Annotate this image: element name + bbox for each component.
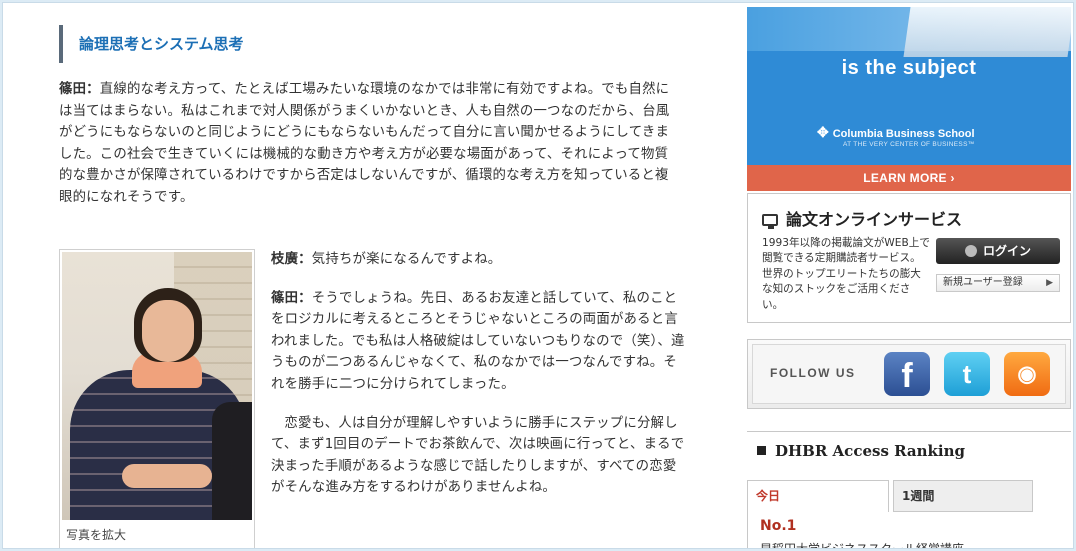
learn-more-label: LEARN MORE — [863, 171, 947, 185]
crown-icon: ✥ — [817, 124, 829, 140]
ad-logo: ✥ Columbia Business School — [817, 124, 975, 141]
monitor-icon — [762, 214, 778, 229]
paragraph-love: 恋愛も、人は自分が理解しやすいように勝手にステップに分解して、まず1回目のデート… — [271, 415, 685, 496]
photo-enlarge-link[interactable]: 写真を拡大 — [66, 526, 126, 543]
tab-today[interactable]: 今日 — [747, 480, 889, 512]
paragraph-text: 気持ちが楽になるんですよね。 — [311, 252, 502, 267]
rank-item-link[interactable]: 早稲田大学ビジネススクール経営講座 — [760, 540, 964, 548]
speaker-label: 枝廣： — [271, 252, 312, 267]
page-frame: 論理思考とシステム思考 篠田：直線的な考え方って、たとえば工場みたいな環境のなか… — [2, 2, 1074, 549]
paragraph-text: 直線的な考え方って、たとえば工場みたいな環境のなかでは非常に有効ですよね。でも自… — [59, 82, 670, 205]
login-label: ログイン — [982, 244, 1031, 258]
interview-photo[interactable] — [62, 252, 252, 520]
ad-tagline: is the subject — [841, 57, 977, 79]
register-button[interactable]: 新規ユーザー登録 ▶ — [936, 274, 1060, 292]
columbia-ad-banner[interactable]: is the subject ✥ Columbia Business School… — [747, 7, 1071, 191]
ranking-title: DHBR Access Ranking — [757, 442, 965, 460]
ad-logo-text: Columbia Business School — [832, 128, 975, 140]
ranking-title-text: DHBR Access Ranking — [775, 442, 966, 460]
dialogue-column: 枝廣：気持ちが楽になるんですよね。 篠田：そうでしょうね。先日、あるお友達と話し… — [271, 249, 685, 506]
rss-icon[interactable]: ◉ — [1004, 352, 1050, 396]
article: 論理思考とシステム思考 篠田：直線的な考え方って、たとえば工場みたいな環境のなか… — [59, 25, 695, 548]
lock-icon — [964, 245, 977, 257]
access-ranking-box: DHBR Access Ranking 今日 1週間 No.1 早稲田大学ビジネ… — [747, 431, 1071, 548]
rank-number: No.1 — [760, 518, 797, 534]
square-bullet-icon — [757, 446, 766, 455]
paragraph-shinoda-1: 篠田：直線的な考え方って、たとえば工場みたいな環境のなかでは非常に有効ですよね。… — [59, 79, 671, 209]
login-button[interactable]: ログイン — [936, 238, 1060, 264]
paper-service-description: 1993年以降の掲載論文がWEB上で閲覧できる定期購読者サービス。世界のトップエ… — [762, 237, 930, 311]
paper-service-title: 論文オンラインサービス — [762, 206, 962, 230]
chevron-right-icon: › — [950, 171, 955, 185]
speaker-label: 篠田： — [59, 82, 100, 97]
paragraph-shinoda-2: 篠田：そうでしょうね。先日、あるお友達と話していて、私のことをロジカルに考えると… — [271, 288, 685, 396]
facebook-icon[interactable]: f — [884, 352, 930, 396]
learn-more-button[interactable]: LEARN MORE › — [747, 165, 1071, 191]
ad-subline: AT THE VERY CENTER OF BUSINESS™ — [843, 141, 975, 148]
twitter-icon[interactable]: t — [944, 352, 990, 396]
section-title: 論理思考とシステム思考 — [59, 25, 695, 63]
triangle-right-icon: ▶ — [1046, 278, 1053, 288]
photo-figure[interactable]: 写真を拡大 — [59, 249, 255, 548]
follow-us-box: FOLLOW US f t ◉ — [747, 339, 1071, 409]
paragraph-edahiro: 枝廣：気持ちが楽になるんですよね。 — [271, 249, 685, 271]
ranking-list: No.1 早稲田大学ビジネススクール経営講座 — [747, 512, 1071, 548]
register-label: 新規ユーザー登録 — [943, 277, 1023, 288]
speaker-label: 篠田： — [271, 290, 312, 306]
tab-week[interactable]: 1週間 — [893, 480, 1033, 512]
follow-us-label: FOLLOW US — [770, 366, 856, 380]
paper-service-title-text: 論文オンラインサービス — [786, 210, 963, 229]
paragraph-text: そうでしょうね。先日、あるお友達と話していて、私のことをロジカルに考えるところと… — [271, 290, 685, 392]
paper-online-service-box: 論文オンラインサービス 1993年以降の掲載論文がWEB上で閲覧できる定期購読者… — [747, 193, 1071, 323]
